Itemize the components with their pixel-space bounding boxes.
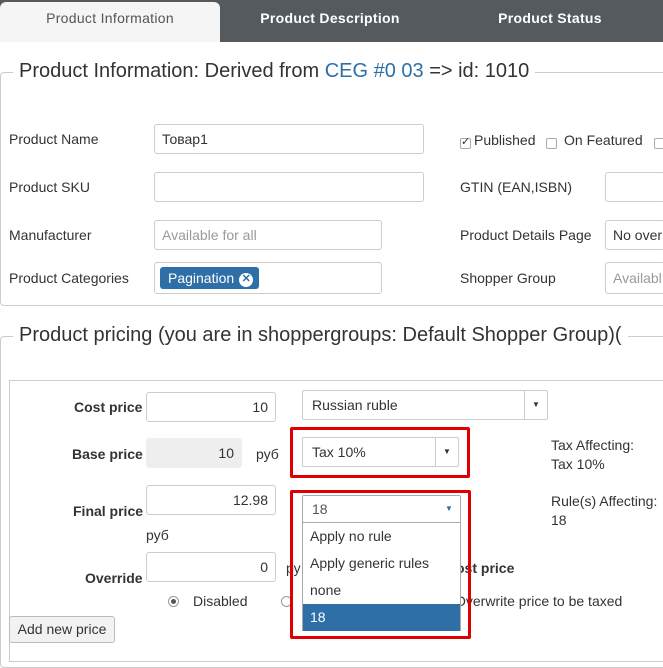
- add-new-price-button[interactable]: Add new price: [9, 616, 115, 643]
- shopper-group-label: Shopper Group: [460, 270, 556, 286]
- rules-affecting-value: 18: [551, 512, 567, 528]
- tab-product-information[interactable]: Product Information: [0, 2, 220, 42]
- disabled-label: Disabled: [193, 593, 248, 609]
- base-price-currency: руб: [256, 446, 279, 462]
- on-featured-checkbox[interactable]: [546, 138, 557, 149]
- rule-dropdown-list: Apply no rule Apply generic rules none 1…: [302, 522, 461, 631]
- category-tag[interactable]: Pagination ✕: [160, 267, 260, 289]
- tax-rule-select[interactable]: Tax 10% ▼: [302, 437, 459, 467]
- final-price-currency: руб: [146, 527, 169, 543]
- product-sku-input[interactable]: [154, 172, 424, 202]
- on-featured-label: On Featured: [564, 132, 643, 148]
- final-price-label: Final price: [73, 503, 144, 519]
- product-details-page-select[interactable]: No over: [605, 220, 663, 250]
- disabled-radio[interactable]: [168, 596, 179, 607]
- overwrite-label: Overwrite price to be taxed: [455, 593, 623, 609]
- tab-product-status[interactable]: Product Status: [440, 0, 660, 42]
- tab-product-description[interactable]: Product Description: [220, 0, 440, 42]
- dropdown-option[interactable]: none: [303, 577, 460, 604]
- tax-affecting-value: Tax 10%: [551, 456, 605, 472]
- dropdown-option-selected[interactable]: 18: [303, 604, 460, 631]
- override-label: Override: [85, 570, 143, 586]
- manufacturer-label: Manufacturer: [9, 227, 92, 243]
- chevron-down-icon: ▼: [435, 438, 458, 466]
- product-name-label: Product Name: [9, 131, 99, 147]
- tax-affecting-label: Tax Affecting:: [551, 437, 635, 453]
- product-details-page-label: Product Details Page: [460, 227, 592, 243]
- cost-price-label: Cost price: [74, 399, 143, 415]
- chevron-down-icon: ▼: [445, 504, 453, 513]
- dropdown-option[interactable]: Apply generic rules: [303, 550, 460, 577]
- base-price-label: Base price: [72, 446, 143, 462]
- rule-select[interactable]: 18 ▼: [302, 495, 461, 523]
- manufacturer-input[interactable]: Available for all: [154, 220, 382, 250]
- extra-checkbox[interactable]: [654, 138, 663, 149]
- product-pricing-legend: Product pricing (you are in shoppergroup…: [13, 324, 628, 347]
- product-sku-label: Product SKU: [9, 179, 90, 195]
- published-checkbox[interactable]: [460, 135, 471, 149]
- base-price-input: 10: [146, 438, 242, 468]
- chevron-down-icon: ▼: [524, 391, 547, 419]
- remove-tag-icon[interactable]: ✕: [239, 273, 254, 287]
- gtin-label: GTIN (EAN,ISBN): [460, 179, 573, 195]
- dropdown-option[interactable]: Apply no rule: [303, 523, 460, 550]
- product-information-legend: Product Information: Derived from CEG #0…: [13, 60, 536, 83]
- override-input[interactable]: 0: [146, 552, 276, 582]
- published-label: Published: [474, 132, 536, 148]
- currency-select[interactable]: Russian ruble ▼: [302, 390, 548, 420]
- product-name-input[interactable]: Товар1: [154, 124, 424, 154]
- shopper-group-input[interactable]: Availabl: [605, 262, 663, 294]
- derived-from-link[interactable]: CEG #0 03: [325, 60, 424, 82]
- final-price-input[interactable]: 12.98: [146, 485, 276, 515]
- product-categories-label: Product Categories: [9, 270, 129, 286]
- gtin-input[interactable]: [605, 172, 663, 202]
- cost-price-input[interactable]: 10: [146, 392, 276, 422]
- rules-affecting-label: Rule(s) Affecting:: [551, 493, 658, 509]
